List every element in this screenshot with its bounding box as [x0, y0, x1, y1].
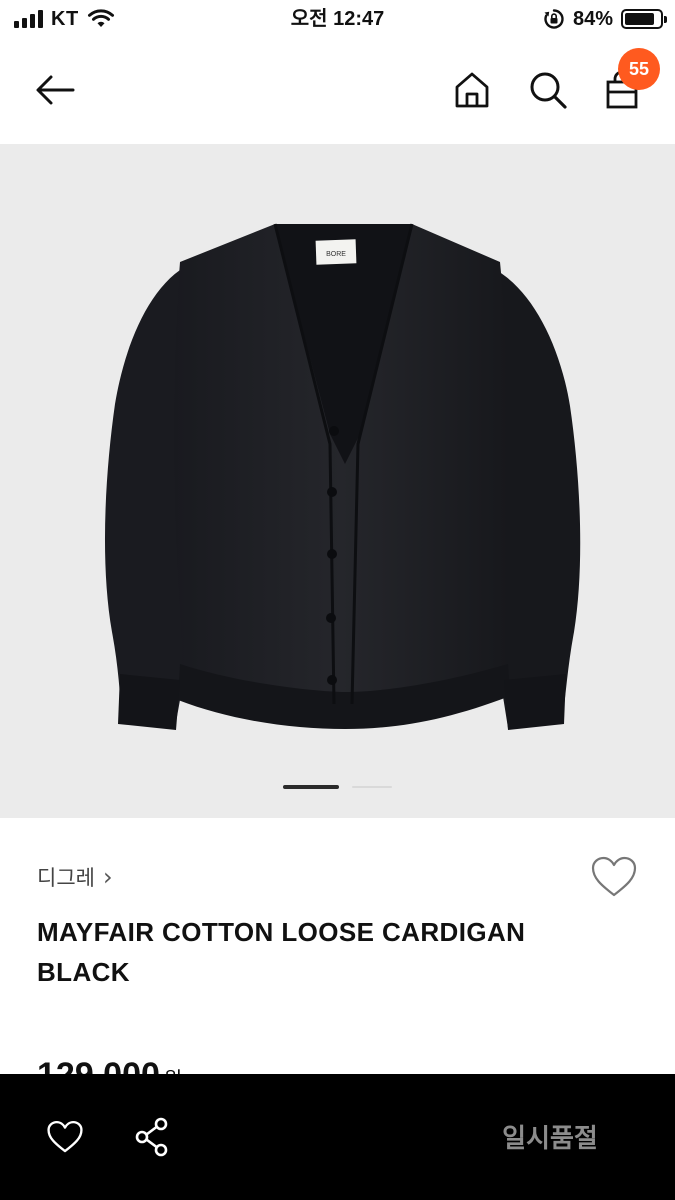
brand-name: 디그레	[37, 866, 95, 890]
battery-percent: 84%	[572, 7, 613, 30]
status-right: 84%	[543, 6, 667, 32]
search-button[interactable]	[522, 64, 574, 116]
cardigan-image: BORE	[104, 223, 581, 730]
status-bar: KT 오전 12:47 84%	[0, 0, 675, 38]
share-button[interactable]	[128, 1114, 176, 1160]
chevron-right-icon: ›	[102, 863, 113, 891]
carousel-indicator-active[interactable]	[283, 785, 339, 789]
search-icon	[530, 72, 567, 109]
product-image[interactable]: BORE	[0, 144, 675, 818]
garment-label-text: BORE	[326, 251, 346, 258]
home-button[interactable]	[446, 64, 498, 116]
like-button[interactable]	[40, 1114, 90, 1160]
wishlist-button[interactable]	[589, 854, 639, 902]
carousel-indicator[interactable]	[352, 786, 392, 788]
nav-bar	[0, 40, 675, 142]
sold-out-button[interactable]: 일시품절	[470, 1114, 630, 1158]
bottom-action-bar: 일시품절	[0, 1074, 675, 1200]
brand-link[interactable]: 디그레 ›	[37, 862, 113, 892]
battery-fill	[625, 13, 654, 25]
product-name: MAYFAIR COTTON LOOSE CARDIGAN BLACK	[37, 917, 526, 987]
home-icon	[455, 72, 489, 108]
heart-icon	[47, 1120, 83, 1153]
battery-icon	[621, 9, 667, 29]
back-arrow-icon	[36, 75, 75, 105]
orientation-lock-icon	[544, 9, 564, 29]
cart-count-badge: 55	[618, 48, 660, 90]
back-button[interactable]	[29, 64, 81, 116]
heart-outline-icon	[591, 856, 637, 897]
share-icon	[135, 1117, 168, 1157]
